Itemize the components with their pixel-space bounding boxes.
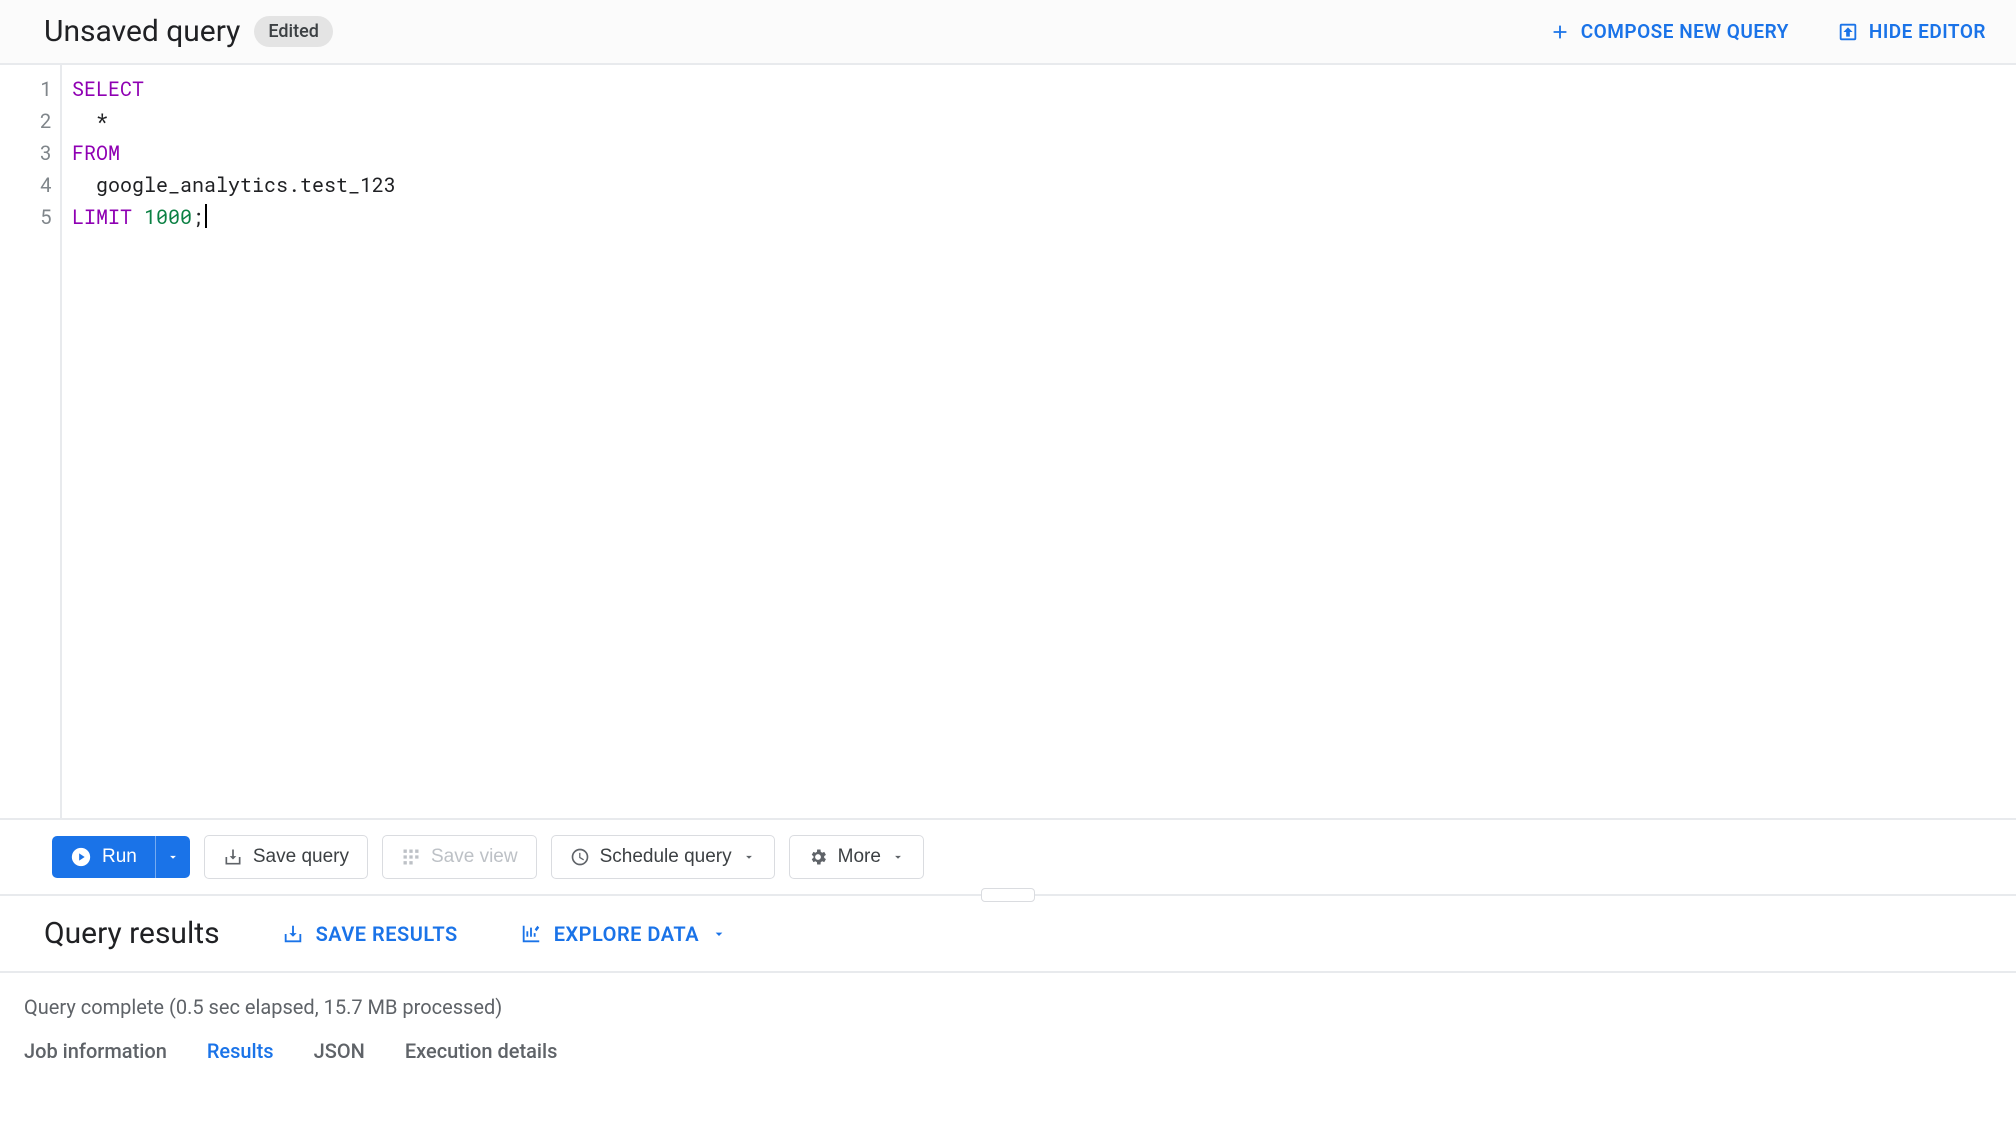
gear-icon xyxy=(808,847,828,867)
save-view-button: Save view xyxy=(382,835,537,879)
results-body: Query complete (0.5 sec elapsed, 15.7 MB… xyxy=(0,973,2016,1071)
resize-handle[interactable] xyxy=(981,888,1035,902)
run-label: Run xyxy=(102,846,137,868)
clock-icon xyxy=(570,847,590,867)
caret-down-icon xyxy=(891,850,905,864)
plus-icon xyxy=(1549,21,1571,43)
download-icon xyxy=(282,923,304,945)
save-query-label: Save query xyxy=(253,846,349,868)
more-label: More xyxy=(838,846,881,868)
save-view-label: Save view xyxy=(431,846,518,868)
caret-down-icon xyxy=(742,850,756,864)
editor-gutter: 12345 xyxy=(0,65,62,818)
editor-code[interactable]: SELECT *FROM google_analytics.test_123LI… xyxy=(62,65,2016,818)
editor-header: Unsaved query Edited COMPOSE NEW QUERY H… xyxy=(0,0,2016,65)
edited-badge: Edited xyxy=(254,16,333,47)
caret-down-icon xyxy=(166,850,180,864)
hide-editor-label: HIDE EDITOR xyxy=(1869,20,1986,43)
collapse-panel-icon xyxy=(1837,21,1859,43)
save-results-label: SAVE RESULTS xyxy=(316,922,458,946)
explore-data-button[interactable]: EXPLORE DATA xyxy=(520,922,727,946)
query-title: Unsaved query xyxy=(44,14,240,49)
query-status: Query complete (0.5 sec elapsed, 15.7 MB… xyxy=(24,995,1986,1019)
results-header: Query results SAVE RESULTS EXPLORE DATA xyxy=(0,896,2016,973)
explore-data-label: EXPLORE DATA xyxy=(554,922,699,946)
schedule-query-button[interactable]: Schedule query xyxy=(551,835,775,879)
play-circle-icon xyxy=(70,846,92,868)
chart-icon xyxy=(520,923,542,945)
compose-new-query-button[interactable]: COMPOSE NEW QUERY xyxy=(1549,20,1789,43)
download-icon xyxy=(223,847,243,867)
run-button[interactable]: Run xyxy=(52,836,155,878)
tab-job-information[interactable]: Job information xyxy=(24,1039,167,1071)
compose-label: COMPOSE NEW QUERY xyxy=(1581,20,1789,43)
results-title: Query results xyxy=(44,916,220,951)
more-button[interactable]: More xyxy=(789,835,924,879)
run-dropdown-button[interactable] xyxy=(155,836,190,878)
action-toolbar: Run Save query Save view Schedule query … xyxy=(0,820,2016,896)
save-query-button[interactable]: Save query xyxy=(204,835,368,879)
grid-icon xyxy=(401,847,421,867)
run-button-group: Run xyxy=(52,836,190,878)
caret-down-icon xyxy=(711,926,727,942)
results-tabs: Job information Results JSON Execution d… xyxy=(24,1039,1986,1071)
schedule-label: Schedule query xyxy=(600,846,732,868)
sql-editor[interactable]: 12345 SELECT *FROM google_analytics.test… xyxy=(0,65,2016,820)
tab-execution-details[interactable]: Execution details xyxy=(405,1039,558,1071)
tab-results[interactable]: Results xyxy=(207,1039,274,1071)
tab-json[interactable]: JSON xyxy=(314,1039,365,1071)
hide-editor-button[interactable]: HIDE EDITOR xyxy=(1837,20,1986,43)
save-results-button[interactable]: SAVE RESULTS xyxy=(282,922,458,946)
